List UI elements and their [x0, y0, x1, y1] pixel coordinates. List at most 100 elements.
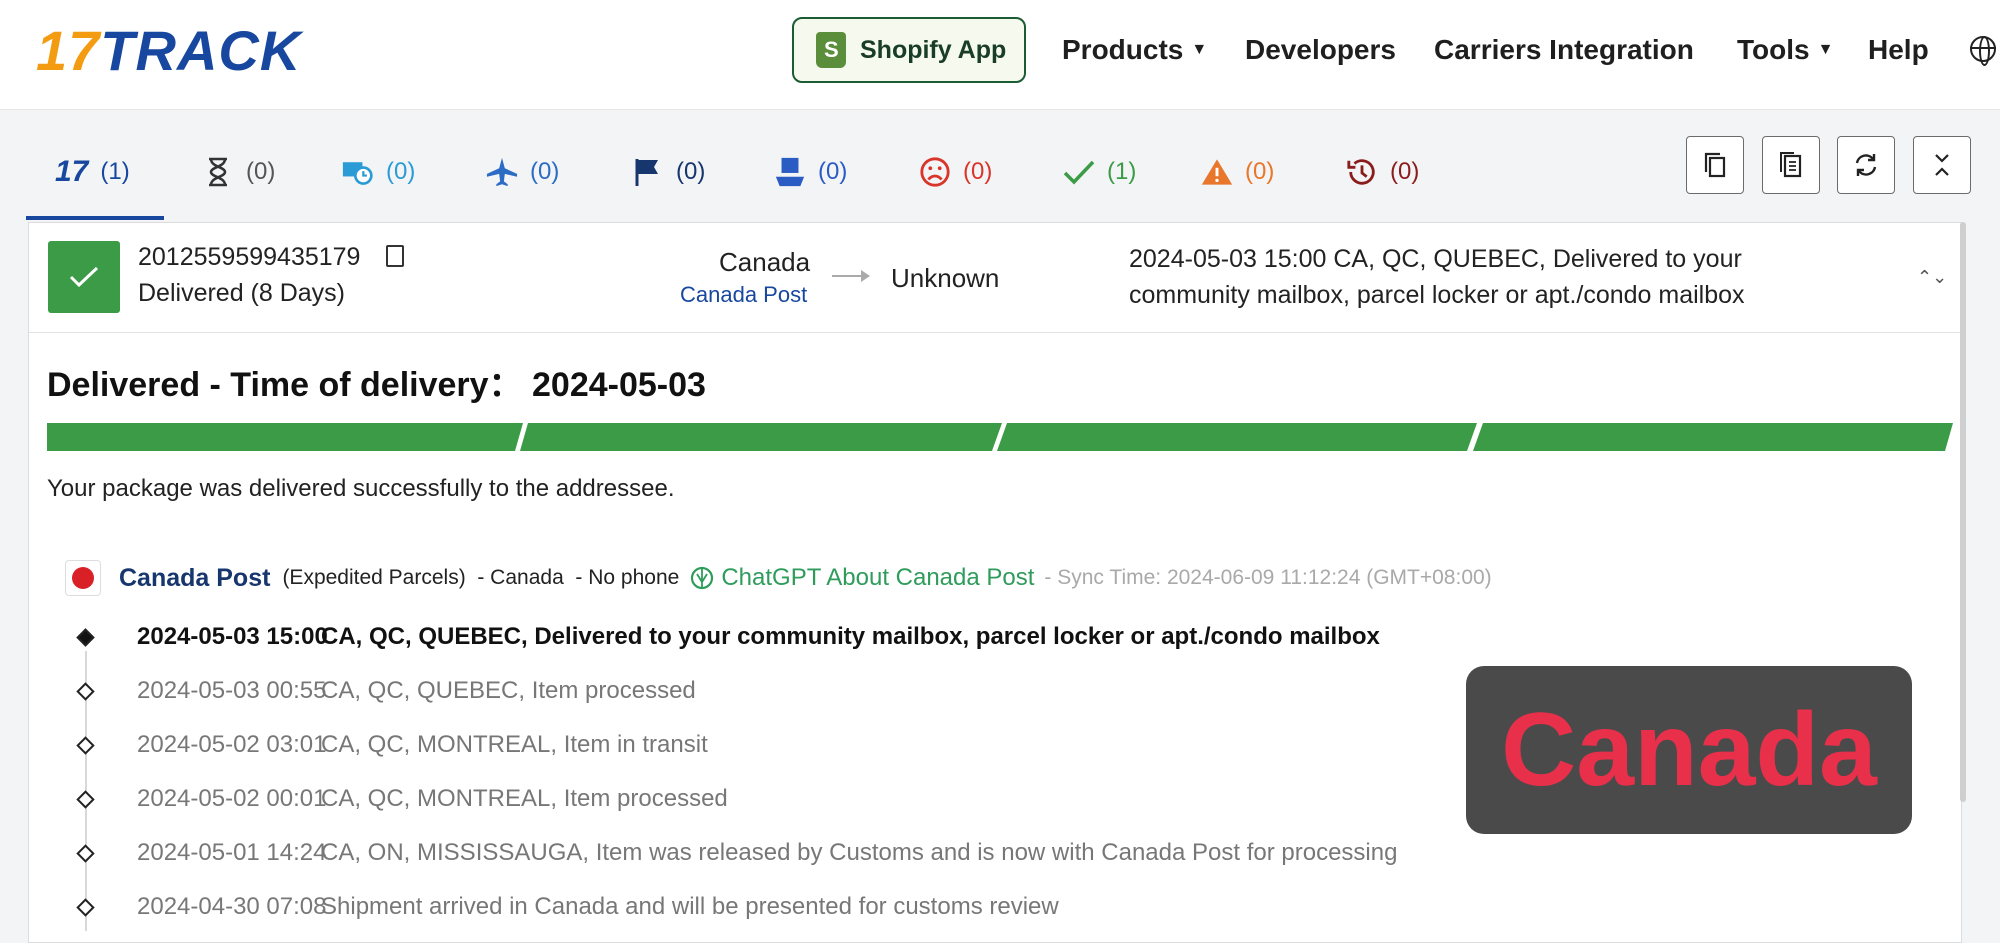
check-icon: [1063, 156, 1095, 188]
progress-step-1: [47, 423, 523, 451]
timeline-diamond-icon: [76, 844, 95, 863]
nav-tools-label: Tools: [1737, 34, 1810, 65]
tab-arrived[interactable]: (0): [632, 150, 705, 194]
event-description: Shipment arrived in Canada and will be p…: [321, 893, 1059, 920]
chatgpt-link[interactable]: ChatGPT About Canada Post: [689, 564, 1034, 592]
collapse-row-icon[interactable]: ⌃⌄: [1917, 267, 1947, 288]
chatgpt-label: ChatGPT About Canada Post: [721, 564, 1035, 591]
tab-delivered[interactable]: (1): [1063, 150, 1136, 194]
sync-time: - Sync Time: 2024-06-09 11:12:24 (GMT+08…: [1044, 566, 1492, 589]
tab-count: (0): [246, 158, 276, 185]
timeline-diamond-icon: [76, 628, 95, 647]
copy-button[interactable]: [1686, 136, 1744, 194]
carrier-phone: - No phone: [575, 566, 680, 589]
nav-carriers-label: Carriers Integration: [1434, 34, 1694, 65]
delivery-status: Delivered (8 Days): [138, 279, 346, 307]
17track-logo[interactable]: 17 TRACK: [36, 19, 301, 82]
nav-developers[interactable]: Developers: [1245, 28, 1396, 72]
event-description: CA, QC, QUEBEC, Delivered to your commun…: [321, 623, 1380, 650]
shopify-bag-icon: [816, 32, 846, 68]
warning-icon: [1201, 156, 1233, 188]
copy-icon[interactable]: [386, 245, 404, 267]
canada-overlay-label: Canada: [1466, 666, 1912, 834]
collapse-all-button[interactable]: [1913, 136, 1971, 194]
tracking-summary-row[interactable]: 2012559599435179 Delivered (8 Days) Cana…: [29, 223, 1963, 333]
event-time: 2024-04-30 07:08: [137, 893, 327, 920]
tab-count: (0): [818, 158, 848, 185]
pickup-icon: [774, 156, 806, 188]
event-description: CA, QC, MONTREAL, Item in transit: [321, 731, 708, 758]
airplane-icon: [486, 156, 518, 188]
tab-info-received[interactable]: (0): [342, 150, 415, 194]
tab-pickup[interactable]: (0): [774, 150, 847, 194]
copy-icon: [1704, 152, 1726, 178]
hourglass-icon: [202, 156, 234, 188]
event-description: CA, QC, MONTREAL, Item processed: [321, 785, 728, 812]
chatgpt-icon: [691, 566, 714, 590]
progress-step-4: [1473, 423, 1953, 451]
timeline-diamond-icon: [76, 736, 95, 755]
scrollbar[interactable]: [1960, 222, 1966, 802]
tab-alert[interactable]: (0): [1201, 150, 1274, 194]
flag-icon: [632, 156, 664, 188]
tab-not-found[interactable]: (0): [202, 150, 275, 194]
tab-count: (0): [676, 158, 706, 185]
event-time: 2024-05-02 03:01: [137, 731, 327, 758]
nav-tools[interactable]: Tools ▼: [1737, 28, 1833, 72]
progress-step-3: [997, 423, 1477, 451]
nav-developers-label: Developers: [1245, 34, 1396, 65]
nav-products[interactable]: Products ▼: [1062, 28, 1207, 72]
tab-count: (0): [530, 158, 560, 185]
language-globe-icon[interactable]: [1970, 36, 1996, 66]
tracking-card: 2012559599435179 Delivered (8 Days) Cana…: [28, 222, 1963, 943]
copy-details-button[interactable]: [1762, 136, 1820, 194]
tab-count: (0): [1390, 158, 1420, 185]
tab-count: (0): [1245, 158, 1275, 185]
tracking-number: 2012559599435179: [138, 243, 361, 271]
refresh-button[interactable]: [1837, 136, 1895, 194]
tab-all[interactable]: 17 (1): [55, 150, 130, 194]
delivery-message: Your package was delivered successfully …: [47, 475, 675, 502]
history-icon: [1346, 156, 1378, 188]
truck-clock-icon: [342, 156, 374, 188]
event-time: 2024-05-01 14:24: [137, 839, 327, 866]
timeline-event: 2024-04-30 07:08 Shipment arrived in Can…: [29, 889, 1929, 925]
tab-in-transit[interactable]: (0): [486, 150, 559, 194]
event-time: 2024-05-03 00:55: [137, 677, 327, 704]
carrier-country: - Canada: [477, 566, 564, 589]
tab-expired[interactable]: (0): [1346, 150, 1419, 194]
caret-down-icon: ▼: [1191, 41, 1208, 58]
delivered-status-icon: [48, 241, 120, 313]
shopify-app-button[interactable]: Shopify App: [792, 17, 1026, 83]
shopify-app-label: Shopify App: [860, 35, 1007, 64]
delivery-progress-bar: [47, 423, 1953, 451]
timeline-diamond-icon: [76, 898, 95, 917]
latest-event: 2024-05-03 15:00 CA, QC, QUEBEC, Deliver…: [1129, 245, 1745, 309]
logo-track: TRACK: [100, 18, 302, 82]
active-tab-indicator: [26, 216, 164, 220]
event-time: 2024-05-03 15:00: [137, 623, 328, 650]
route-arrow-icon: [832, 270, 870, 282]
timeline-diamond-icon: [76, 790, 95, 809]
carrier-name-link[interactable]: Canada Post: [119, 564, 270, 593]
tab-count: (0): [386, 158, 416, 185]
refresh-icon: [1855, 154, 1877, 176]
origin-carrier-link[interactable]: Canada Post: [680, 282, 807, 308]
nav-carriers-integration[interactable]: Carriers Integration: [1434, 28, 1694, 72]
carrier-info-row: Canada Post (Expedited Parcels) - Canada…: [65, 558, 1492, 598]
tab-count: (1): [100, 158, 130, 185]
tab-count: (1): [1107, 158, 1137, 185]
17-logo-icon: 17: [55, 155, 89, 188]
destination-country: Unknown: [891, 263, 1000, 293]
nav-products-label: Products: [1062, 34, 1184, 65]
tab-undelivered[interactable]: (0): [919, 150, 992, 194]
event-time: 2024-05-02 00:01: [137, 785, 327, 812]
collapse-icon: [1935, 154, 1949, 176]
progress-step-2: [520, 423, 1002, 451]
logo-17: 17: [36, 18, 101, 82]
top-navigation-bar: 17TRACK Shopify App Products ▼ Developer…: [0, 0, 2000, 110]
nav-help[interactable]: Help: [1868, 28, 1929, 72]
timeline-event: 2024-05-01 14:24 CA, ON, MISSISSAUGA, It…: [29, 835, 1929, 871]
event-description: CA, ON, MISSISSAUGA, Item was released b…: [321, 839, 1398, 866]
origin-country: Canada: [719, 247, 811, 277]
